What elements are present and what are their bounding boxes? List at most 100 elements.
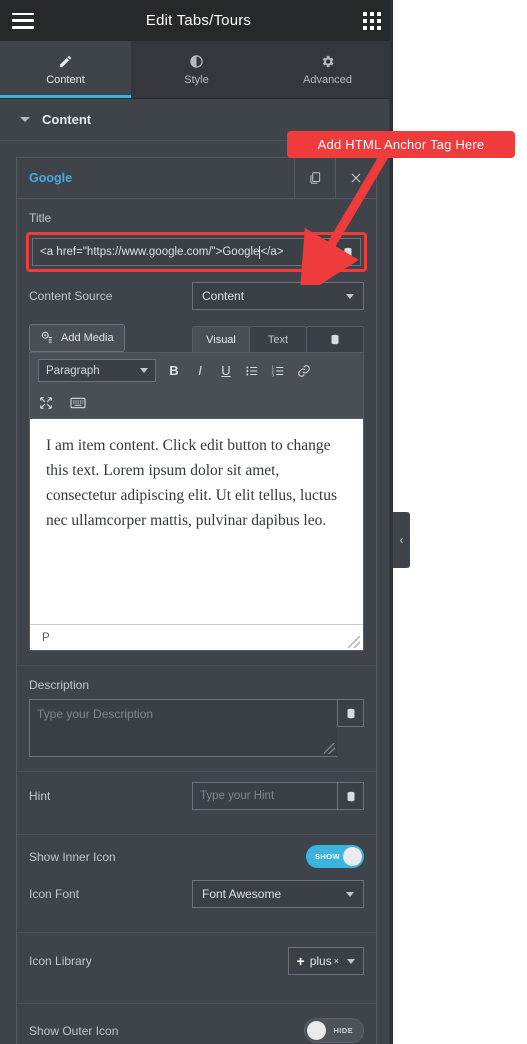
content-source-label: Content Source xyxy=(29,289,113,303)
toggle-knob xyxy=(343,847,362,866)
description-textarea[interactable]: Type your Description xyxy=(29,699,337,757)
hint-dynamic-tags-icon[interactable] xyxy=(337,782,364,810)
show-inner-icon-row: Show Inner Icon SHOW xyxy=(17,835,376,878)
editor-box: Paragraph B I U 123 I am item content. C… xyxy=(29,352,364,651)
show-outer-icon-toggle[interactable]: HIDE xyxy=(304,1018,364,1043)
bold-icon[interactable]: B xyxy=(166,362,182,380)
editor-status-path: P xyxy=(42,631,50,644)
title-input[interactable]: <a href="https://www.google.com/">Google… xyxy=(32,238,334,266)
description-field-block: Description Type your Description xyxy=(17,666,376,757)
panel-header: Edit Tabs/Tours xyxy=(0,0,393,41)
show-inner-icon-toggle[interactable]: SHOW xyxy=(306,845,364,868)
italic-icon[interactable]: I xyxy=(192,362,208,380)
content-source-value: Content xyxy=(202,289,245,303)
show-outer-icon-state: HIDE xyxy=(333,1026,353,1035)
page-title: Edit Tabs/Tours xyxy=(145,12,252,29)
keyboard-toolbar-icon[interactable] xyxy=(70,394,86,412)
caret-down-icon xyxy=(140,368,148,373)
editor-dynamic-tags-icon[interactable] xyxy=(306,326,364,352)
caret-down-icon xyxy=(346,891,354,897)
icon-library-value: plus xyxy=(309,954,332,968)
icon-library-row: Icon Library + plus × xyxy=(17,933,376,989)
tab-content-label: Content xyxy=(46,74,85,86)
repeater-items: Google Title <a href="https://www.google… xyxy=(16,157,377,1044)
title-field-block: Title <a href="https://www.google.com/">… xyxy=(17,199,376,272)
tab-style[interactable]: Style xyxy=(131,41,262,98)
description-placeholder: Type your Description xyxy=(37,707,154,721)
tab-advanced[interactable]: Advanced xyxy=(262,41,393,98)
wysiwyg-editor: Add Media Visual Text Paragraph B I U 1 … xyxy=(17,320,376,651)
grid-apps-icon[interactable] xyxy=(363,11,381,30)
bullet-list-icon[interactable] xyxy=(244,362,260,380)
icon-library-label: Icon Library xyxy=(29,954,92,968)
close-icon[interactable] xyxy=(335,158,376,198)
format-select-value: Paragraph xyxy=(46,364,100,377)
show-outer-icon-row: Show Outer Icon HIDE xyxy=(17,1004,376,1044)
hint-input[interactable]: Type your Hint xyxy=(192,782,337,810)
hint-placeholder: Type your Hint xyxy=(200,790,275,802)
media-icon xyxy=(40,330,54,347)
description-input-row: Type your Description xyxy=(29,699,364,757)
show-inner-icon-state: SHOW xyxy=(315,852,340,861)
caret-down-icon xyxy=(346,293,354,299)
hamburger-icon[interactable] xyxy=(12,12,34,29)
show-inner-icon-label: Show Inner Icon xyxy=(29,849,116,864)
panel-tabs: Content Style Advanced xyxy=(0,41,393,99)
numbered-list-icon[interactable]: 123 xyxy=(270,362,286,380)
textarea-resize-grip-icon[interactable] xyxy=(324,743,335,754)
content-source-select[interactable]: Content xyxy=(192,282,364,310)
plus-icon: + xyxy=(296,953,305,969)
editor-status-bar: P xyxy=(30,624,363,650)
content-source-row: Content Source Content xyxy=(17,272,376,320)
title-field-label: Title xyxy=(29,211,52,225)
icon-library-value-suffix: × xyxy=(333,956,339,966)
chevron-left-icon: ‹ xyxy=(399,533,404,547)
toggle-knob xyxy=(307,1021,326,1040)
gear-icon xyxy=(320,53,335,69)
hint-field-row: Hint Type your Hint xyxy=(17,772,376,820)
section-title: Content xyxy=(42,112,92,127)
title-input-value: <a href="https://www.google.com/">Google xyxy=(40,246,260,258)
editor-view-tabs: Visual Text xyxy=(192,326,364,352)
description-dynamic-tags-icon[interactable] xyxy=(337,699,364,727)
link-icon[interactable] xyxy=(296,362,312,380)
tab-advanced-label: Advanced xyxy=(303,74,352,86)
annotation-callout-label: Add HTML Anchor Tag Here xyxy=(317,137,485,152)
resize-grip-icon[interactable] xyxy=(348,636,360,648)
svg-text:3: 3 xyxy=(272,372,275,377)
app-root: Edit Tabs/Tours Content Style Advanced C… xyxy=(0,0,527,1044)
caret-down-icon xyxy=(347,958,355,964)
icon-library-button[interactable]: + plus × xyxy=(287,947,364,975)
add-media-label: Add Media xyxy=(61,332,114,344)
panel-collapse-handle[interactable]: ‹ xyxy=(393,512,410,568)
description-label: Description xyxy=(29,678,90,692)
show-outer-icon-label: Show Outer Icon xyxy=(29,1023,119,1038)
tab-visual[interactable]: Visual xyxy=(192,326,250,352)
fullscreen-icon[interactable] xyxy=(38,394,54,412)
title-input-value-tail: </a> xyxy=(260,246,284,258)
hint-label: Hint xyxy=(29,789,51,803)
hint-input-row: Type your Hint xyxy=(192,782,364,810)
half-circle-icon xyxy=(189,53,204,69)
icon-font-select[interactable]: Font Awesome xyxy=(192,880,364,908)
tab-text[interactable]: Text xyxy=(249,326,307,352)
pencil-icon xyxy=(58,53,73,69)
tab-style-label: Style xyxy=(184,74,209,86)
annotation-callout: Add HTML Anchor Tag Here xyxy=(287,131,515,158)
editor-top-bar: Add Media Visual Text xyxy=(29,320,364,352)
icon-font-value: Font Awesome xyxy=(202,887,282,901)
format-select[interactable]: Paragraph xyxy=(38,359,156,382)
editor-content[interactable]: I am item content. Click edit button to … xyxy=(30,419,363,624)
editor-toolbar: Paragraph B I U 123 xyxy=(30,353,363,419)
caret-down-icon xyxy=(20,117,30,122)
repeater-item-google[interactable]: Google xyxy=(17,158,376,199)
panel-content: Google Title <a href="https://www.google… xyxy=(0,141,393,1044)
tab-content[interactable]: Content xyxy=(0,41,131,98)
title-field-highlight: <a href="https://www.google.com/">Google… xyxy=(26,232,367,272)
icon-font-row: Icon Font Font Awesome xyxy=(17,878,376,918)
duplicate-icon[interactable] xyxy=(294,158,335,198)
repeater-item-title[interactable]: Google xyxy=(17,158,294,198)
underline-icon[interactable]: U xyxy=(218,362,234,380)
add-media-button[interactable]: Add Media xyxy=(29,324,125,352)
title-dynamic-tags-icon[interactable] xyxy=(334,238,361,266)
